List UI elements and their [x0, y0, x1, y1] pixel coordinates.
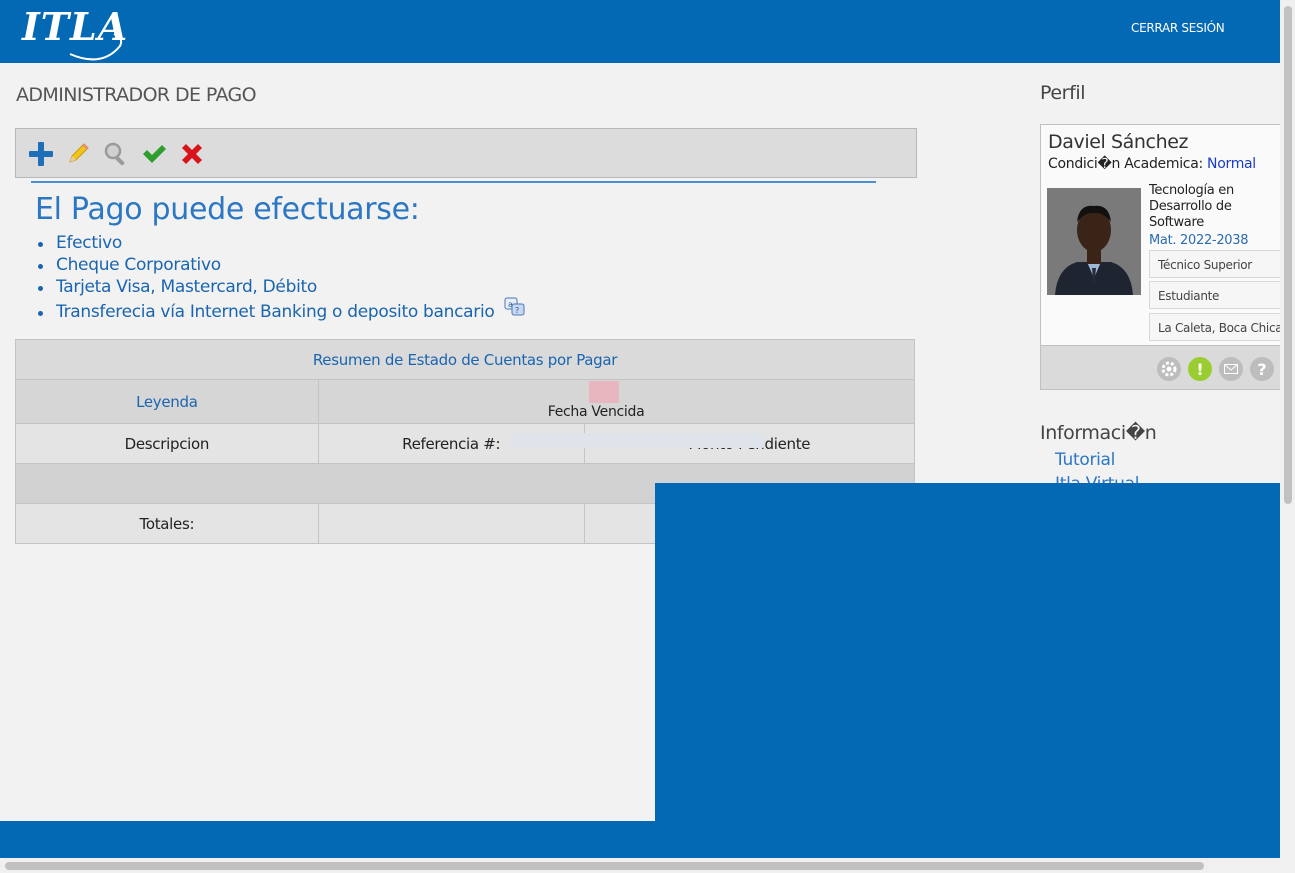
help-button[interactable]: ? [1250, 357, 1274, 381]
student-name: Daviel Sánchez [1048, 131, 1189, 153]
horizontal-scrollbar[interactable] [0, 858, 1280, 873]
profile-section-title: Perfil [1040, 82, 1086, 104]
page-title: ADMINISTRADOR DE PAGO [16, 84, 257, 106]
payment-method-item: Transferecia vía Internet Banking o depo… [37, 297, 526, 323]
academic-condition-label: Condici�n Academica: [1048, 156, 1203, 172]
student-career: Tecnología en Desarrollo de Software [1149, 183, 1234, 230]
student-photo [1047, 188, 1141, 295]
summary-title: Resumen de Estado de Cuentas por Pagar [15, 339, 915, 380]
loading-placeholder-bar [510, 433, 765, 448]
settings-gear-icon [1161, 361, 1177, 377]
profile-actions: ! ? [1041, 345, 1295, 389]
add-button[interactable] [27, 140, 55, 168]
user-role: Estudiante [1149, 281, 1295, 309]
payment-method-item: Cheque Corporativo [37, 254, 526, 276]
add-icon [29, 142, 53, 166]
delete-button[interactable] [178, 140, 206, 168]
help-icon: ? [1257, 359, 1267, 379]
tutorial-link[interactable]: Tutorial [1055, 448, 1139, 472]
settings-button[interactable] [1157, 357, 1181, 381]
itla-logo[interactable]: ITLA [22, 4, 128, 61]
student-matricula: Mat. 2022-2038 [1149, 233, 1249, 248]
divider-line [31, 181, 876, 183]
svg-text:a: a [508, 300, 513, 309]
action-toolbar [15, 128, 917, 178]
edit-pencil-icon [69, 143, 89, 163]
mail-icon [1224, 364, 1238, 374]
overdue-color-swatch [588, 381, 619, 403]
messages-button[interactable] [1219, 357, 1243, 381]
delete-x-icon [182, 144, 202, 164]
academic-condition-value: Normal [1207, 156, 1256, 172]
search-button[interactable] [102, 140, 130, 168]
alert-icon: ! [1196, 359, 1204, 379]
legend-cell: Fecha Vencida [317, 379, 916, 424]
overdue-legend-text: Fecha Vencida [547, 404, 645, 420]
totals-label: Totales: [15, 503, 319, 544]
footer-bar [0, 821, 1280, 858]
top-navbar: ITLA CERRAR SESIÓN [0, 0, 1280, 63]
totals-reference-cell [317, 503, 585, 544]
horizontal-scroll-thumb[interactable] [5, 862, 1204, 870]
translate-icon[interactable]: a ? [504, 297, 526, 317]
information-section-title: Informaci�n [1040, 422, 1157, 444]
profile-card: Daviel Sánchez Condici�n Academica: Norm… [1040, 124, 1295, 390]
column-header-description: Descripcion [15, 423, 319, 464]
academic-level: Técnico Superior [1149, 250, 1295, 278]
logo-swoosh-icon [69, 33, 123, 61]
approve-button[interactable] [140, 140, 168, 168]
payment-method-item: Tarjeta Visa, Mastercard, Débito [37, 276, 526, 298]
payment-methods-list: Efectivo Cheque Corporativo Tarjeta Visa… [37, 232, 526, 323]
legend-label: Leyenda [15, 379, 319, 424]
logout-link[interactable]: CERRAR SESIÓN [1131, 21, 1225, 35]
edit-button[interactable] [64, 140, 92, 168]
approve-check-icon [143, 145, 166, 163]
svg-text:?: ? [515, 306, 519, 315]
student-avatar-image [1047, 188, 1141, 295]
alerts-button[interactable]: ! [1188, 357, 1212, 381]
vertical-scrollbar[interactable] [1280, 0, 1295, 873]
academic-condition: Condici�n Academica: Normal [1048, 156, 1256, 172]
payment-method-label: Transferecia vía Internet Banking o depo… [56, 302, 495, 322]
student-location: La Caleta, Boca Chica [1149, 313, 1295, 341]
payment-methods-heading: El Pago puede efectuarse: [35, 192, 420, 227]
search-magnifier-icon [104, 142, 125, 166]
loading-overlay [655, 483, 1280, 821]
payment-method-item: Efectivo [37, 232, 526, 254]
vertical-scroll-thumb[interactable] [1284, 6, 1292, 504]
